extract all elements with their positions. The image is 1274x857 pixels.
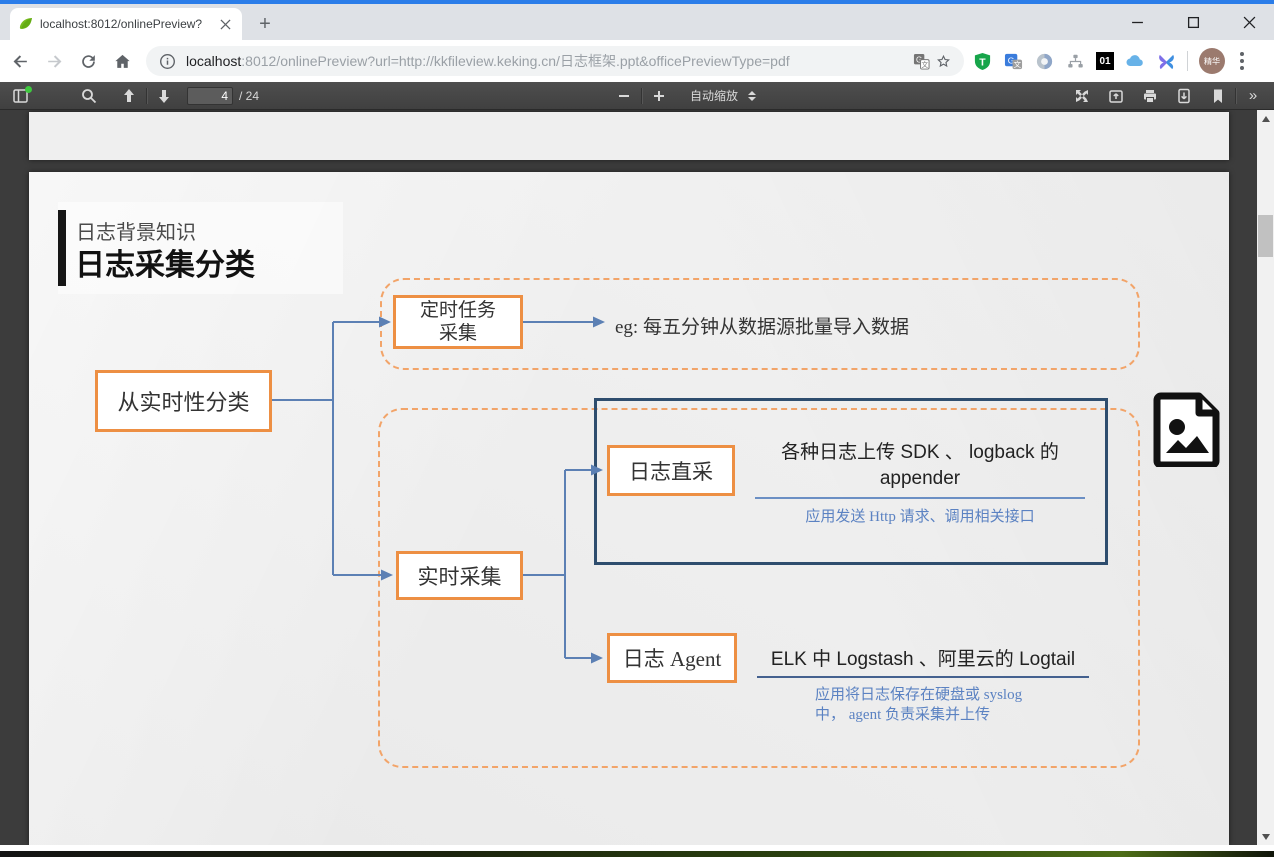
svg-text:T: T xyxy=(979,57,986,68)
forward-icon[interactable] xyxy=(40,47,68,75)
01-extension-icon[interactable]: 01 xyxy=(1096,52,1114,70)
direct-description: 各种日志上传 SDK 、 logback 的 appender 应用发送 Htt… xyxy=(751,440,1089,526)
tab-title: localhost:8012/onlinePreview? xyxy=(40,17,210,31)
agent-description: ELK 中 Logstash 、阿里云的 Logtail xyxy=(757,644,1089,678)
search-icon[interactable] xyxy=(76,84,102,108)
divider-line xyxy=(755,497,1085,499)
zoom-select-label: 自动缩放 xyxy=(690,87,738,104)
pdf-viewer: 日志背景知识 日志采集分类 从实时性分类 定时任务 xyxy=(0,110,1274,845)
page-number-input[interactable] xyxy=(187,87,233,105)
zoom-in-icon[interactable] xyxy=(646,84,672,108)
tab-close-icon[interactable] xyxy=(216,15,234,33)
pdf-toolbar: / 24 自动缩放 » xyxy=(0,82,1274,110)
timer-example-text: eg: 每五分钟从数据源批量导入数据 xyxy=(615,312,909,339)
zoom-out-icon[interactable] xyxy=(611,84,637,108)
node-timer: 定时任务 采集 xyxy=(393,295,523,349)
node-direct: 日志直采 xyxy=(607,445,735,496)
spring-leaf-favicon xyxy=(18,16,34,32)
slide-page: 日志背景知识 日志采集分类 从实时性分类 定时任务 xyxy=(29,172,1229,845)
page-info-icon[interactable] xyxy=(156,50,178,72)
home-icon[interactable] xyxy=(108,47,136,75)
download-icon[interactable] xyxy=(1171,84,1197,108)
url-host: localhost xyxy=(186,53,241,69)
more-tools-icon[interactable]: » xyxy=(1240,84,1266,108)
node-agent: 日志 Agent xyxy=(607,633,737,683)
maximize-icon[interactable] xyxy=(1178,10,1208,34)
tampermonkey-shield-icon[interactable]: T xyxy=(972,51,992,71)
address-bar[interactable]: localhost:8012/onlinePreview?url=http://… xyxy=(146,46,964,76)
scroll-up-icon[interactable] xyxy=(1257,110,1274,127)
url-text: localhost:8012/onlinePreview?url=http://… xyxy=(186,51,910,71)
open-file-icon[interactable] xyxy=(1103,84,1129,108)
google-translate-extension-icon[interactable]: G文 xyxy=(1003,51,1023,71)
translate-page-icon[interactable]: G文 xyxy=(910,50,932,72)
close-icon[interactable] xyxy=(1234,10,1264,34)
node-root: 从实时性分类 xyxy=(95,370,272,432)
titlebar: localhost:8012/onlinePreview? + xyxy=(0,4,1274,40)
page-up-icon[interactable] xyxy=(116,84,142,108)
new-tab-button[interactable]: + xyxy=(256,15,274,33)
window-controls xyxy=(1122,10,1264,34)
page-down-icon[interactable] xyxy=(151,84,177,108)
scroll-down-icon[interactable] xyxy=(1257,828,1274,845)
scrollbar-thumb[interactable] xyxy=(1258,215,1273,257)
previous-page-edge xyxy=(29,112,1229,160)
image-placeholder-icon xyxy=(1153,392,1222,467)
status-dot xyxy=(25,86,32,93)
circle-extension-icon[interactable] xyxy=(1034,51,1054,71)
select-arrows-icon xyxy=(748,91,756,101)
chrome-menu-icon[interactable] xyxy=(1240,52,1244,70)
presentation-mode-icon[interactable] xyxy=(1069,84,1095,108)
desktop-strip xyxy=(0,851,1274,857)
profile-avatar[interactable]: 精华 xyxy=(1199,48,1225,74)
zoom-select[interactable]: 自动缩放 xyxy=(684,86,768,106)
extensions-row: T G文 01 精华 xyxy=(972,48,1254,74)
sitemap-extension-icon[interactable] xyxy=(1065,51,1085,71)
node-realtime: 实时采集 xyxy=(396,551,523,600)
bookmark-icon[interactable] xyxy=(1205,84,1231,108)
page-count-label: / 24 xyxy=(239,89,259,103)
direct-note: 应用发送 Http 请求、调用相关接口 xyxy=(751,505,1089,526)
sidebar-toggle-icon[interactable] xyxy=(8,84,34,108)
navigation-bar: localhost:8012/onlinePreview?url=http://… xyxy=(0,40,1274,82)
agent-note: 应用将日志保存在硬盘或 syslog 中， agent 负责采集并上传 xyxy=(815,685,1105,725)
butterfly-extension-icon[interactable] xyxy=(1156,51,1176,71)
url-rest: :8012/onlinePreview?url=http://kkfilevie… xyxy=(241,53,789,69)
browser-tab[interactable]: localhost:8012/onlinePreview? xyxy=(10,8,242,40)
browser-window: localhost:8012/onlinePreview? + xyxy=(0,0,1274,857)
svg-text:文: 文 xyxy=(921,60,928,69)
minimize-icon[interactable] xyxy=(1122,10,1152,34)
svg-text:文: 文 xyxy=(1013,59,1021,69)
back-icon[interactable] xyxy=(6,47,34,75)
print-icon[interactable] xyxy=(1137,84,1163,108)
bookmark-star-icon[interactable] xyxy=(932,50,954,72)
vertical-scrollbar[interactable] xyxy=(1257,110,1274,845)
cloud-extension-icon[interactable] xyxy=(1125,51,1145,71)
divider xyxy=(1187,51,1188,71)
reload-icon[interactable] xyxy=(74,47,102,75)
